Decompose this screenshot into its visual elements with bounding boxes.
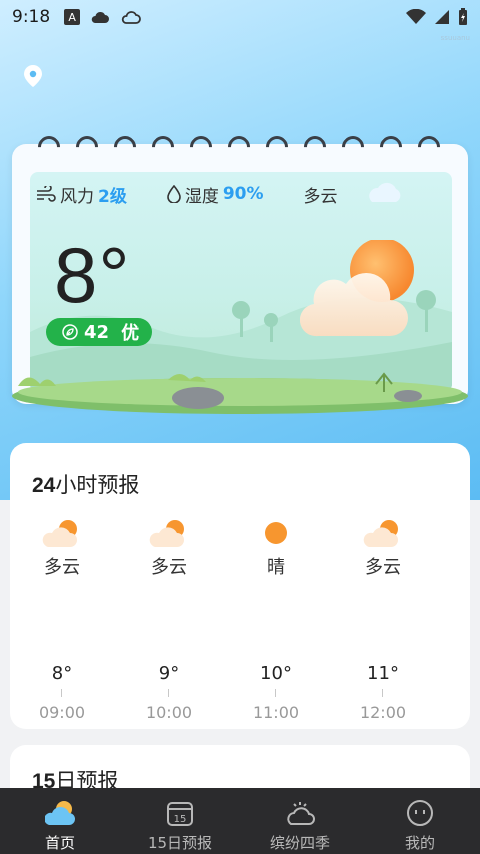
- humidity-drop-icon: [167, 185, 181, 203]
- hourly-tick: [382, 689, 383, 697]
- nav-15day[interactable]: 15 15日预报: [120, 788, 240, 854]
- current-condition: 多云: [303, 186, 338, 207]
- cloud-notification-icon: [91, 11, 110, 23]
- hourly-item: 多云 9° 10:00: [127, 517, 211, 722]
- hourly-condition: 晴: [267, 557, 285, 578]
- hourly-time: 10:00: [145, 703, 193, 722]
- battery-icon: [459, 8, 467, 25]
- hourly-condition: 多云: [44, 557, 80, 578]
- hourly-condition: 多云: [151, 557, 187, 578]
- weather-home-icon: [45, 801, 75, 825]
- nav-label: 缤纷四季: [269, 834, 330, 852]
- nav-label: 15日预报: [147, 834, 213, 852]
- bottom-navigation: 首页 15 15日预报 缤纷四季 我的: [0, 788, 480, 854]
- hourly-item: 多云 11° 12:00: [341, 517, 425, 722]
- hourly-item: 多云 8° 09:00: [20, 517, 104, 722]
- nav-label: 首页: [44, 834, 75, 852]
- current-temperature: 8°: [54, 231, 131, 319]
- binder-rings: [32, 131, 452, 166]
- hourly-forecast-card: 24小时预报 多云 8° 09:00 多云 9° 10:00 晴 10° 11:…: [10, 443, 470, 729]
- wifi-icon: [406, 9, 426, 24]
- nav-label: 我的: [404, 834, 435, 852]
- hourly-temp: 8°: [51, 663, 73, 684]
- wind-icon: [37, 186, 56, 202]
- hourly-time: 11:00: [252, 703, 300, 722]
- season-icon: [287, 802, 315, 825]
- weather-info-row: 风力 2级 湿度 90% 多云: [36, 180, 436, 208]
- hourly-tick: [168, 689, 169, 697]
- location-icon[interactable]: [22, 64, 44, 88]
- sun-icon: [265, 522, 287, 544]
- nav-seasons[interactable]: 缤纷四季: [240, 788, 360, 854]
- calendar-icon: 15: [167, 802, 193, 826]
- partly-cloudy-illustration: [300, 240, 414, 337]
- partly-cloudy-icon: [149, 520, 184, 547]
- status-bar: 9:18 A: [0, 0, 480, 34]
- svg-text:15: 15: [174, 814, 187, 825]
- hourly-temp: 11°: [367, 663, 399, 684]
- cloud-outline-notification-icon: [122, 11, 142, 24]
- hourly-item: 晴 10° 11:00: [234, 517, 318, 722]
- aqi-level: 优: [121, 323, 140, 344]
- signal-icon: [435, 10, 449, 24]
- hourly-tick: [275, 689, 276, 697]
- humidity-info: 湿度 90%: [167, 182, 264, 207]
- humidity-label: 湿度: [184, 186, 219, 207]
- partly-cloudy-icon: [363, 520, 398, 547]
- aqi-value: 42: [84, 321, 110, 343]
- ground-island-illustration: [12, 372, 468, 414]
- hourly-time: 12:00: [359, 703, 407, 722]
- hourly-forecast-title: 24小时预报: [32, 473, 140, 497]
- hourly-tick: [61, 689, 62, 697]
- partly-cloudy-icon: [42, 520, 77, 547]
- nav-profile[interactable]: 我的: [360, 788, 480, 854]
- hourly-condition: 多云: [365, 557, 401, 578]
- wind-info: 风力 2级: [36, 182, 127, 207]
- hourly-temp: 10°: [260, 663, 292, 684]
- wind-value: 2级: [98, 186, 127, 207]
- leaf-icon: [62, 324, 78, 340]
- humidity-value: 90%: [222, 184, 264, 204]
- wind-label: 风力: [60, 186, 94, 207]
- aqi-badge[interactable]: 42 优: [46, 318, 152, 346]
- app-notification-icon: A: [64, 9, 81, 25]
- nav-home[interactable]: 首页: [0, 788, 120, 854]
- status-time: 9:18: [12, 7, 51, 27]
- watermark: ssuuanu: [440, 34, 470, 42]
- hourly-time: 09:00: [38, 703, 86, 722]
- profile-icon: [407, 800, 433, 826]
- hourly-temp: 9°: [158, 663, 180, 684]
